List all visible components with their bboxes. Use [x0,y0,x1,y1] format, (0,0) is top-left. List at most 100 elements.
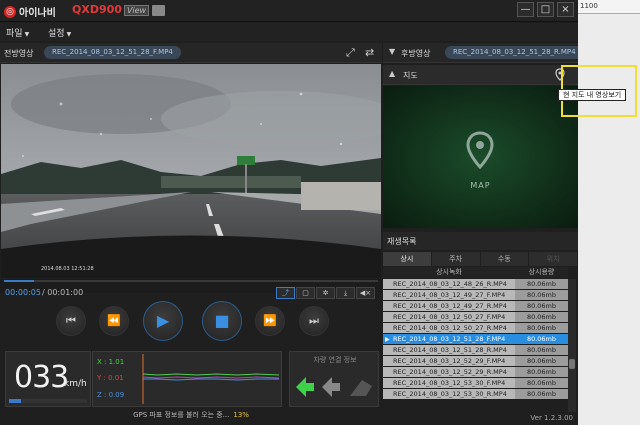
playlist-scrollbar[interactable] [568,279,576,412]
selected-arrow-icon: ▶ [385,336,390,343]
model-name: QXD900 View [72,3,166,16]
playlist-row-size: 80.06mb [515,334,568,344]
settings-icon[interactable]: ✲ [316,287,335,299]
tab-location[interactable]: 위치 [529,252,578,266]
brand-name: 아이나비 [19,8,56,19]
gsensor-x: X : 1.01 [97,358,125,366]
collapse-triangle-icon[interactable]: ▼ [389,47,395,56]
chevron-down-icon: ▼ [24,31,30,38]
tab-manual[interactable]: 수동 [480,252,530,266]
skip-start-icon: ⏮ [66,314,76,327]
expand-triangle-icon[interactable]: ▲ [389,69,395,78]
playlist-row[interactable]: REC_2014_08_03_12_53_30_F.MP4 80.06mb [383,378,568,389]
playlist-row[interactable]: REC_2014_08_03_12_50_27_R.MP4 80.06mb [383,323,568,334]
playlist-row-size: 80.06mb [515,345,568,355]
playlist-row[interactable]: REC_2014_08_03_12_49_27_F.MP4 80.06mb [383,290,568,301]
rewind-icon: ⏪ [107,314,121,327]
fast-forward-icon: ⏩ [263,314,277,327]
playlist-row[interactable]: REC_2014_08_03_12_49_27_R.MP4 80.06mb [383,301,568,312]
playlist-row-size: 80.06mb [515,389,568,399]
front-video-label: 전방영상 [4,49,34,58]
play-button[interactable]: ▶ [143,301,183,341]
front-file-name: REC_2014_08_03_12_51_28_F.MP4 [44,46,181,59]
playlist-header: 재생목록 [383,232,578,250]
menu-bar: 파일 ▼ 설정 ▼ [0,23,578,41]
current-time: 00:00:05 [5,288,41,297]
gps-status: GPS 파표 정보를 불러 오는 중... 13% [133,411,249,419]
playlist-row[interactable]: ▶ REC_2014_08_03_12_51_28_F.MP4 80.06mb [383,334,568,345]
playlist-row-name: ▶ REC_2014_08_03_12_51_28_F.MP4 [383,334,515,344]
playlist-row[interactable]: REC_2014_08_03_12_52_29_F.MP4 80.06mb [383,356,568,367]
playlist-tabs: 상시 주차 수동 위치 [383,252,578,266]
playlist-columns: 상시녹화 상시용량 [383,267,568,278]
skip-start-button[interactable]: ⏮ [56,306,86,336]
map-title: 지도 [403,71,418,80]
playlist-row-name: REC_2014_08_03_12_50_27_R.MP4 [383,323,515,333]
map-view[interactable]: MAP [383,86,578,228]
skip-end-icon: ⏭ [309,314,319,327]
version-label: Ver 1.2.3.00 [530,414,573,422]
minimize-button[interactable]: — [517,2,534,17]
play-icon: ▶ [156,311,170,330]
playlist-row[interactable]: REC_2014_08_03_12_51_28_R.MP4 80.06mb [383,345,568,356]
external-icon[interactable]: ⤴ [276,287,295,299]
playlist-row[interactable]: REC_2014_08_03_12_48_26_R.MP4 80.06mb [383,279,568,290]
column-size[interactable]: 상시용량 [515,267,568,278]
speed-unit: km/h [64,379,87,389]
tab-parking[interactable]: 주차 [431,252,481,266]
speed-panel: 033 km/h [5,351,91,407]
playlist-row-size: 80.06mb [515,301,568,311]
mini-toolbar: ⤴ ▢ ✲ ⤓ ◀× [276,287,375,299]
desktop-background: 1100 [578,0,640,425]
close-button[interactable]: × [557,2,574,17]
lane-left-arrow-icon [296,377,314,397]
playlist-row-name: REC_2014_08_03_12_50_27_F.MP4 [383,312,515,322]
playlist-row-name: REC_2014_08_03_12_52_29_R.MP4 [383,367,515,377]
video-overlay-timestamp: 2014.08.03 12:51:28 [41,266,94,272]
swap-icon[interactable]: ⇄ [365,46,374,59]
stop-button[interactable]: ■ [202,301,242,341]
gsensor-panel: X : 1.01 Y : 0.01 Z : 0.09 [92,351,282,407]
playlist-row-name: REC_2014_08_03_12_53_30_F.MP4 [383,378,515,388]
playlist-row-size: 80.06mb [515,279,568,289]
window-controls: — □ × [517,2,574,17]
ruler: 1100 [578,0,640,14]
playlist-row-name: REC_2014_08_03_12_49_27_F.MP4 [383,290,515,300]
maximize-button[interactable]: □ [537,2,554,17]
scrollbar-thumb[interactable] [569,359,575,369]
playlist-row[interactable]: REC_2014_08_03_12_52_29_R.MP4 80.06mb [383,367,568,378]
menu-file[interactable]: 파일 ▼ [6,26,29,39]
location-pin-icon [466,131,494,169]
playlist-title: 재생목록 [387,237,417,246]
fullscreen-icon[interactable]: ⤢ [346,46,355,60]
map-header: ▲ 지도 [383,65,578,85]
rewind-button[interactable]: ⏪ [99,306,129,336]
column-name[interactable]: 상시녹화 [383,267,515,278]
playlist-row[interactable]: REC_2014_08_03_12_50_27_F.MP4 80.06mb [383,312,568,323]
front-video-view[interactable]: 2014.08.03 12:51:28 [1,64,381,278]
gsensor-z: Z : 0.09 [97,391,125,399]
menu-settings[interactable]: 설정 ▼ [48,26,71,39]
snapshot-icon[interactable]: ▢ [296,287,315,299]
skip-end-button[interactable]: ⏭ [299,306,329,336]
app-window: ◎ 아이나비 QXD900 View — □ × 파일 ▼ 설정 ▼ 전방영상 REC… [0,0,584,425]
dashcam-scene [1,64,381,278]
vehicle-info-icons [296,377,372,397]
playlist-row-size: 80.06mb [515,323,568,333]
tab-normal[interactable]: 상시 [383,252,432,266]
camera-icon[interactable] [152,4,166,16]
mute-icon[interactable]: ◀× [356,287,375,299]
ruler-value: 1100 [580,2,598,10]
playlist-row[interactable]: REC_2014_08_03_12_53_30_R.MP4 80.06mb [383,389,568,400]
chevron-down-icon: ▼ [66,31,72,38]
progress-slider[interactable] [4,280,378,282]
download-icon[interactable]: ⤓ [336,287,355,299]
gps-percent: 13% [233,411,249,419]
lane-right-arrow-icon [322,377,340,397]
front-video-header: 전방영상 REC_2014_08_03_12_51_28_F.MP4 ⤢ ⇄ [0,43,382,63]
map-placeholder-label: MAP [470,181,491,190]
playlist-row-name: REC_2014_08_03_12_52_29_F.MP4 [383,356,515,366]
gsensor-y: Y : 0.01 [97,374,124,382]
fast-forward-button[interactable]: ⏩ [255,306,285,336]
car-warning-icon [350,380,372,396]
